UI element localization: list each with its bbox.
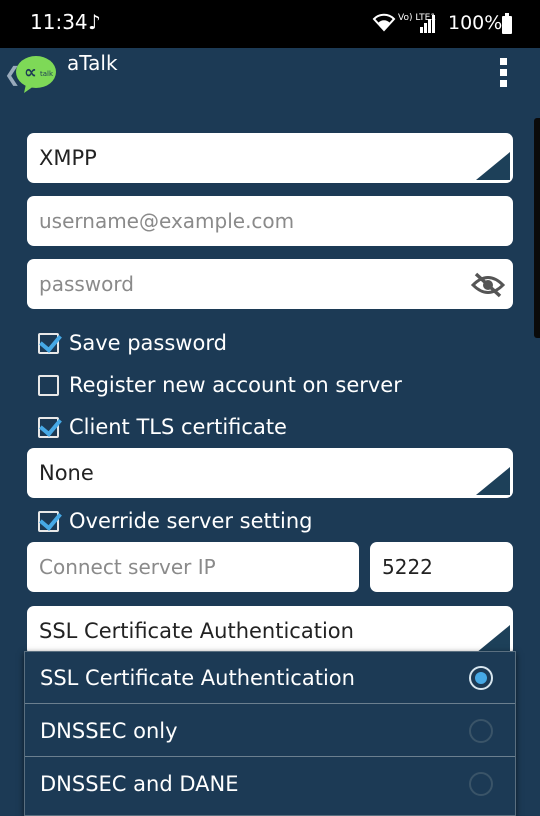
save-password-label: Save password: [69, 331, 227, 355]
svg-text:∝: ∝: [24, 62, 37, 83]
music-note-icon: ♪: [88, 10, 101, 34]
radio-selected-icon[interactable]: [469, 666, 493, 690]
client-tls-checkbox-row[interactable]: Client TLS certificate: [38, 412, 287, 442]
option-label: DNSSEC only: [40, 718, 178, 743]
battery-icon: [502, 13, 512, 34]
cert-verification-dropdown: SSL Certificate Authentication DNSSEC on…: [24, 651, 516, 816]
overflow-menu-icon[interactable]: [498, 58, 508, 92]
username-input[interactable]: username@example.com: [27, 196, 513, 246]
radio-unselected-icon[interactable]: [469, 772, 493, 796]
server-ip-placeholder: Connect server IP: [39, 555, 216, 579]
option-label: SSL Certificate Authentication: [40, 665, 355, 690]
cert-verification-value: SSL Certificate Authentication: [39, 619, 354, 643]
dropdown-option-dnssec-dane[interactable]: DNSSEC and DANE: [25, 758, 515, 810]
save-password-checkbox-row[interactable]: Save password: [38, 328, 227, 358]
signal-icon: [420, 15, 436, 37]
save-password-checkbox[interactable]: [38, 332, 59, 354]
atalk-logo-icon: ∝ talk: [14, 54, 58, 94]
client-tls-label: Client TLS certificate: [69, 415, 287, 439]
override-server-checkbox[interactable]: [38, 510, 59, 532]
server-ip-input[interactable]: Connect server IP: [27, 542, 359, 592]
override-server-checkbox-row[interactable]: Override server setting: [38, 506, 313, 536]
svg-text:talk: talk: [40, 70, 54, 78]
edge-panel-handle[interactable]: [534, 118, 540, 338]
app-title: aTalk: [67, 51, 118, 75]
spinner-arrow-icon: [476, 152, 510, 180]
password-input[interactable]: password: [27, 259, 513, 309]
option-label: DNSSEC and DANE: [40, 772, 239, 796]
username-placeholder: username@example.com: [39, 209, 295, 233]
register-account-label: Register new account on server: [69, 373, 402, 397]
override-server-label: Override server setting: [69, 509, 313, 533]
spinner-arrow-icon: [476, 467, 510, 495]
battery-percent: 100%: [448, 12, 503, 34]
radio-unselected-icon[interactable]: [469, 719, 493, 743]
spinner-arrow-icon: [476, 625, 510, 653]
status-time: 11:34: [30, 10, 88, 34]
server-port-input[interactable]: 5222: [370, 542, 513, 592]
status-bar: 11:34 ♪ Vo) LTE1 100%: [0, 0, 540, 48]
toggle-password-visibility-icon[interactable]: [470, 272, 506, 298]
cert-verification-spinner[interactable]: SSL Certificate Authentication: [27, 606, 513, 656]
tls-certificate-value: None: [39, 461, 94, 485]
account-type-value: XMPP: [39, 146, 97, 170]
wifi-icon: [372, 12, 396, 36]
dropdown-option-ssl-cert-auth[interactable]: SSL Certificate Authentication: [25, 652, 515, 704]
password-placeholder: password: [39, 272, 134, 296]
tls-certificate-spinner[interactable]: None: [27, 448, 513, 498]
account-type-spinner[interactable]: XMPP: [27, 133, 513, 183]
client-tls-checkbox[interactable]: [38, 416, 59, 438]
register-account-checkbox[interactable]: [38, 374, 59, 396]
dropdown-option-dnssec-only[interactable]: DNSSEC only: [25, 705, 515, 757]
server-port-value: 5222: [382, 555, 433, 579]
register-account-checkbox-row[interactable]: Register new account on server: [38, 370, 402, 400]
